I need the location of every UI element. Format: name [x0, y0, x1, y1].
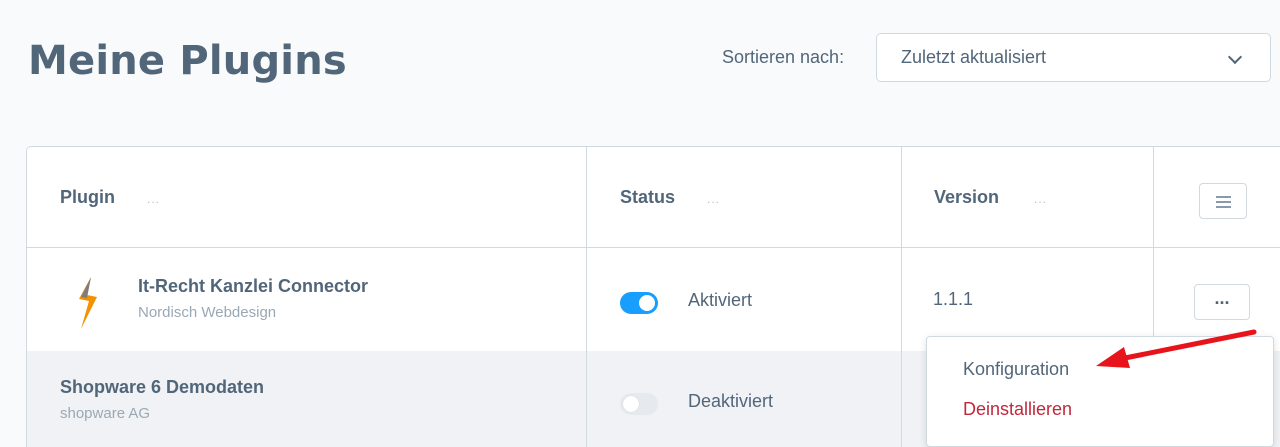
- plugin-status: Aktiviert: [688, 290, 753, 310]
- plugin-version: 1.1.1: [933, 289, 974, 309]
- plugin-name: Shopware 6 Demodaten: [60, 377, 265, 397]
- plugin-active-toggle[interactable]: [620, 292, 658, 314]
- column-menu-version[interactable]: ...: [1034, 192, 1047, 206]
- header-divider: [27, 247, 1280, 248]
- row-actions-button[interactable]: ...: [1194, 284, 1250, 320]
- plugin-vendor: shopware AG: [60, 405, 151, 422]
- plugin-vendor: Nordisch Webdesign: [138, 304, 277, 321]
- context-menu: Konfiguration Deinstallieren: [926, 336, 1274, 447]
- menu-item-configuration[interactable]: Konfiguration: [963, 359, 1069, 380]
- sort-select-value: Zuletzt aktualisiert: [901, 47, 1047, 67]
- list-settings-icon-line: [1216, 201, 1231, 203]
- column-header-version[interactable]: Version: [934, 187, 999, 208]
- page-title: Meine Plugins: [28, 38, 347, 84]
- list-settings-icon-line: [1216, 206, 1231, 208]
- grid-settings-button[interactable]: [1199, 183, 1247, 219]
- plugin-active-toggle[interactable]: [620, 393, 658, 415]
- column-divider: [901, 147, 902, 447]
- column-menu-plugin[interactable]: ...: [147, 192, 160, 206]
- list-settings-icon: [1216, 196, 1231, 198]
- itrecht-logo-icon: [79, 277, 97, 329]
- chevron-down-icon: [1227, 49, 1243, 65]
- menu-item-uninstall[interactable]: Deinstallieren: [963, 399, 1072, 420]
- plugin-name: It-Recht Kanzlei Connector: [138, 276, 369, 296]
- plugin-status: Deaktiviert: [688, 391, 774, 411]
- column-menu-status[interactable]: ...: [707, 192, 720, 206]
- sort-label: Sortieren nach:: [722, 47, 845, 67]
- column-header-plugin[interactable]: Plugin: [60, 187, 115, 208]
- column-header-status[interactable]: Status: [620, 187, 675, 208]
- column-divider: [586, 147, 587, 447]
- sort-select[interactable]: Zuletzt aktualisiert: [876, 33, 1271, 82]
